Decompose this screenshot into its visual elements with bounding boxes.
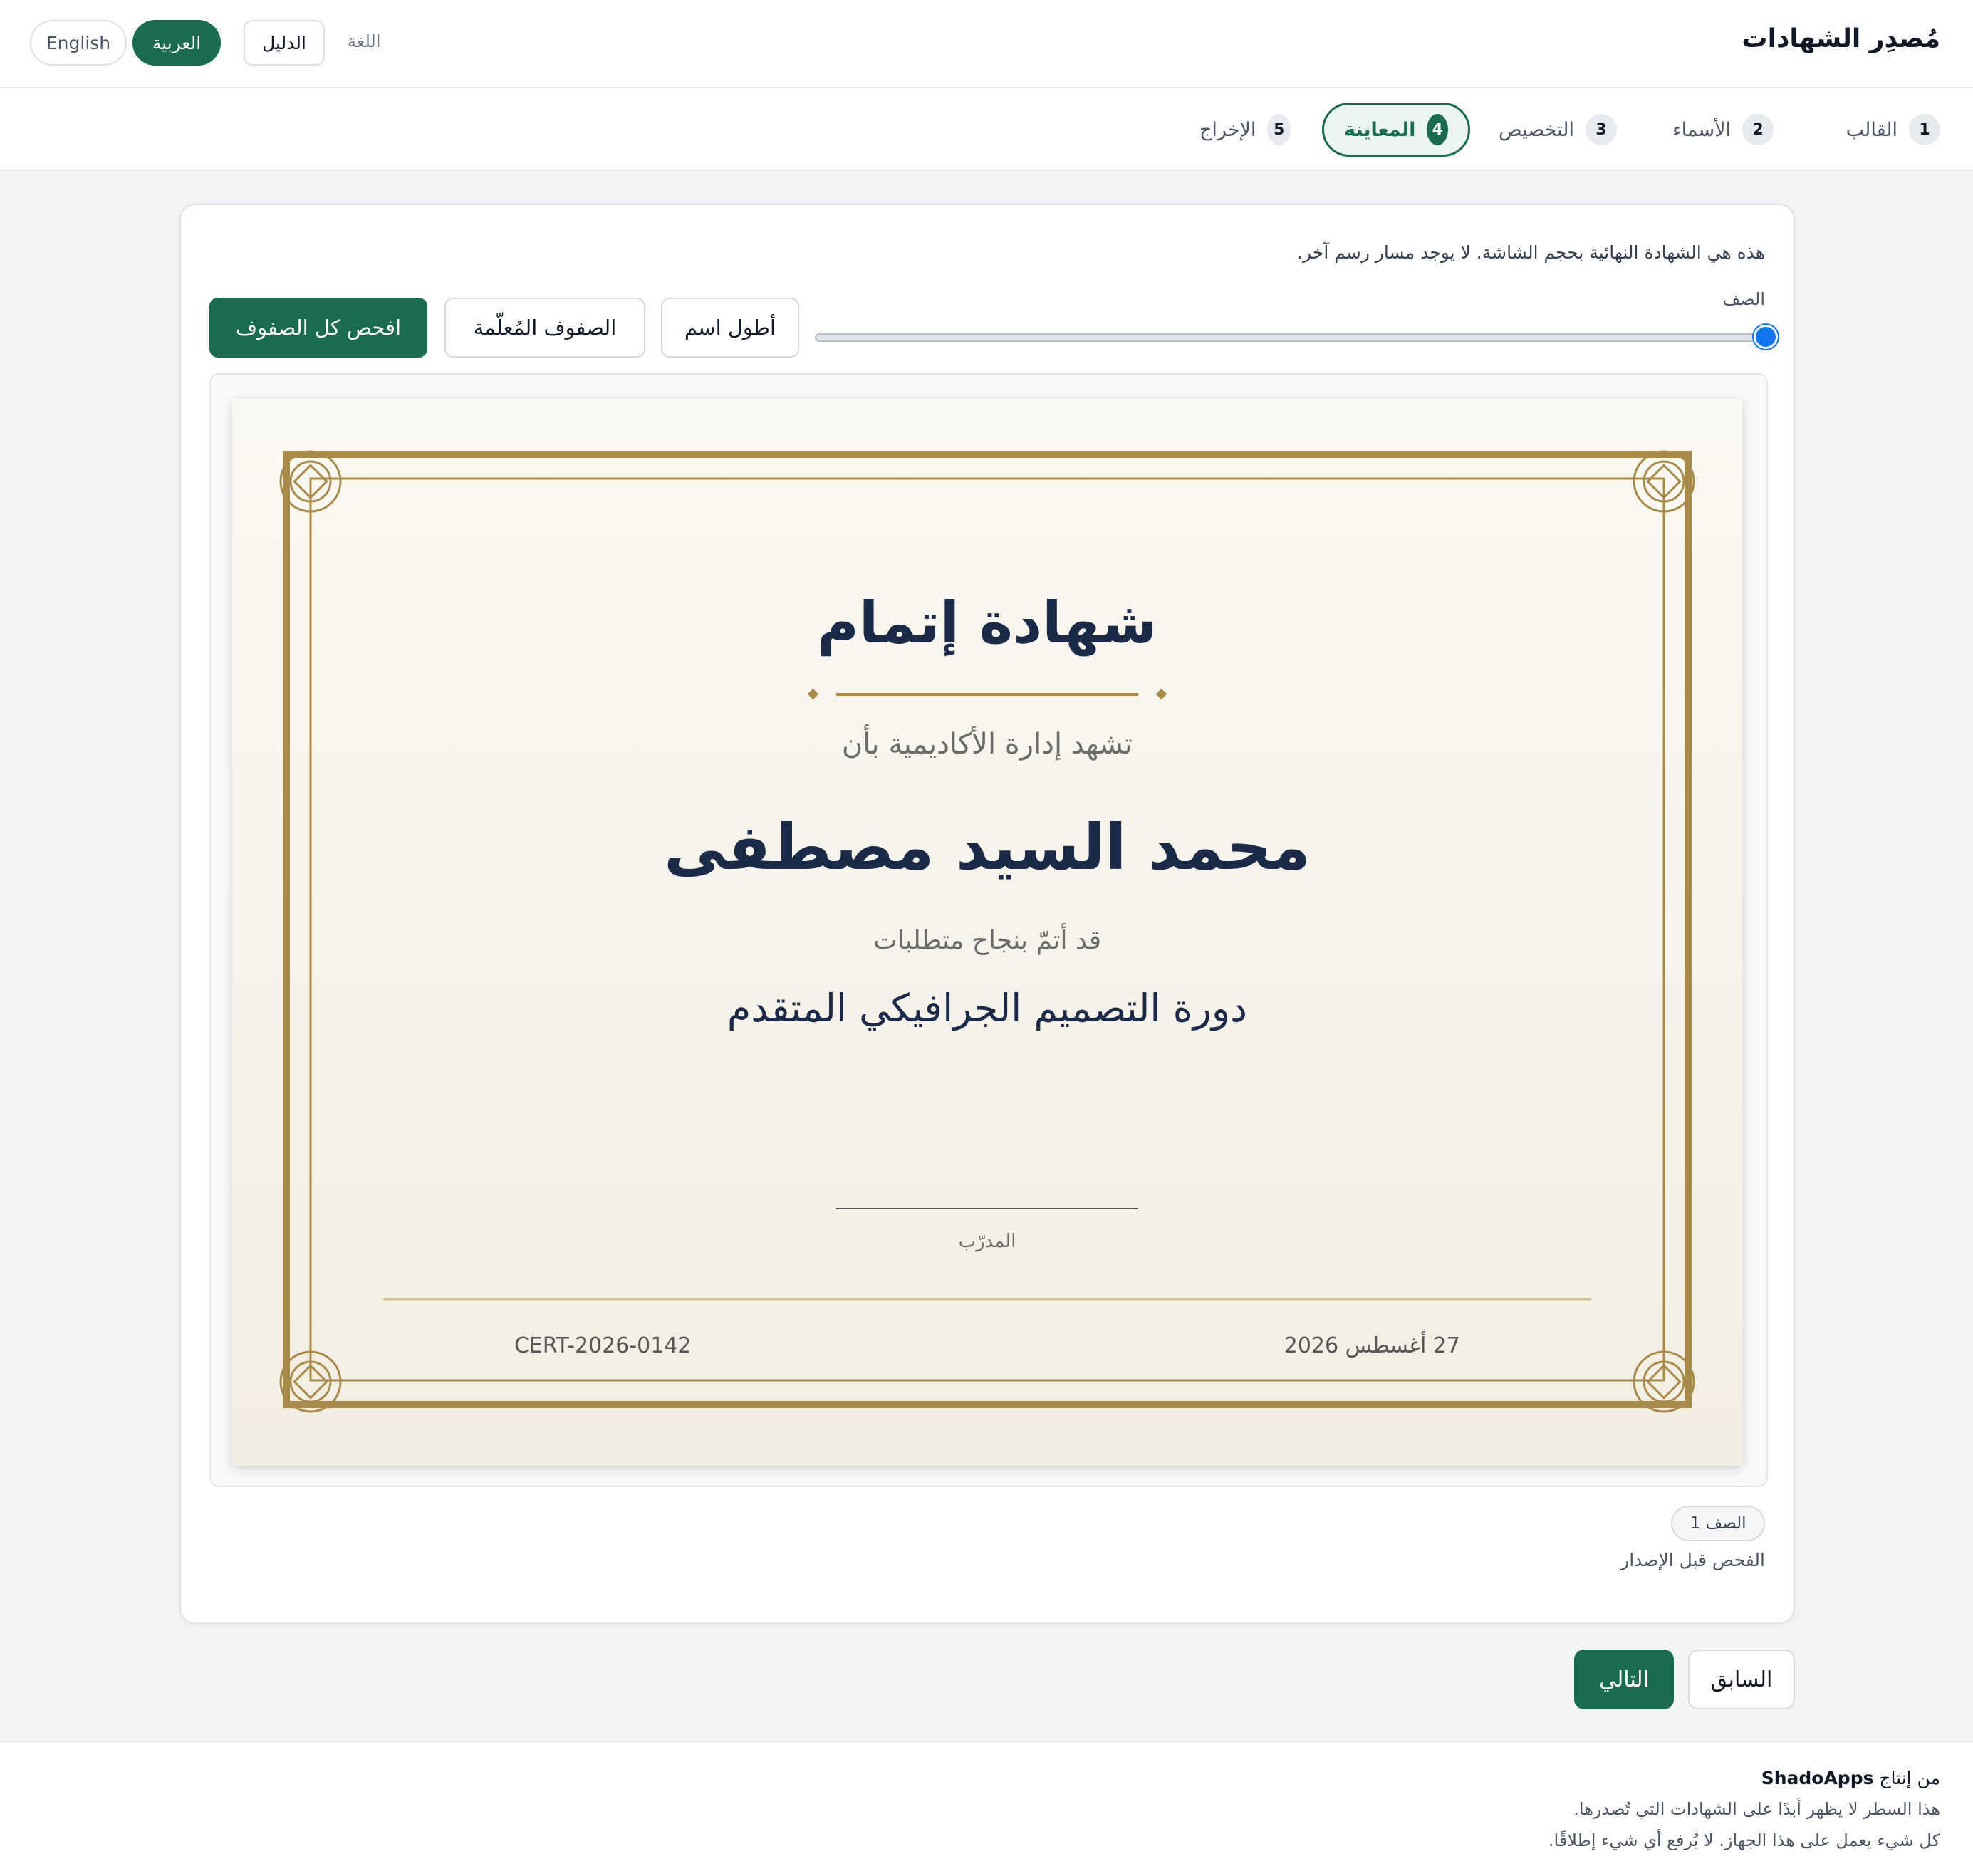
certificate-date: 27 أغسطس 2026 xyxy=(1284,1333,1460,1358)
made-by-prefix: من إنتاج xyxy=(1879,1768,1940,1788)
step-number: 1 xyxy=(1909,114,1940,145)
footer-note-watermark: هذا السطر لا يظهر أبدًا على الشهادات الت… xyxy=(1573,1799,1940,1819)
recipient-name: محمد السيد مصطفى xyxy=(664,811,1311,884)
certificate-id: CERT-2026-0142 xyxy=(514,1333,692,1358)
wizard-stepper: 1 القالب 2 الأسماء 3 التخصيص 4 المعاينة … xyxy=(0,88,1973,171)
row-slider-thumb[interactable] xyxy=(1754,325,1778,349)
footer-note-local: كل شيء يعمل على هذا الجهاز. لا يُرفع أي … xyxy=(1548,1830,1940,1850)
trainer-label: المدرّب xyxy=(958,1231,1016,1252)
app-title: مُصدِر الشهادات xyxy=(1742,24,1940,53)
preview-hint: هذه هي الشهادة النهائية بحجم الشاشة. لا … xyxy=(1297,242,1765,263)
longest-name-button[interactable]: أطول اسم xyxy=(661,298,799,358)
divider-diamond-right xyxy=(1155,688,1167,700)
row-slider-track[interactable] xyxy=(815,333,1768,342)
step-number: 5 xyxy=(1267,114,1291,145)
step-label: القالب xyxy=(1846,118,1897,141)
step-label: الأسماء xyxy=(1672,118,1731,141)
step-label: المعاينة xyxy=(1344,118,1416,141)
course-name: دورة التصميم الجرافيكي المتقدم xyxy=(727,986,1248,1031)
certificate-subtitle: تشهد إدارة الأكاديمية بأن xyxy=(841,728,1133,761)
certificate-title: شهادة إتمام xyxy=(817,590,1157,656)
app-header: مُصدِر الشهادات اللغة الدليل العربية Eng… xyxy=(0,0,1973,88)
preview-card: هذه هي الشهادة النهائية بحجم الشاشة. لا … xyxy=(179,204,1795,1624)
row-slider-label: الصف xyxy=(1722,289,1765,309)
guide-button[interactable]: الدليل xyxy=(244,20,325,66)
lang-arabic-button[interactable]: العربية xyxy=(132,20,221,66)
step-preview[interactable]: 4 المعاينة xyxy=(1322,103,1470,157)
completed-text: قد أتمّ بنجاح متطلبات xyxy=(873,926,1102,955)
corner-ornament-bottom-right xyxy=(1633,1350,1695,1413)
brand-name: ShadoApps xyxy=(1761,1768,1874,1788)
step-customize[interactable]: 3 التخصيص xyxy=(1454,103,1637,157)
precheck-label: الفحص قبل الإصدار xyxy=(1620,1550,1765,1570)
step-number: 4 xyxy=(1427,114,1448,145)
corner-ornament-bottom-left xyxy=(279,1350,342,1413)
divider-diamond-left xyxy=(807,688,819,700)
certificate: شهادة إتمام تشهد إدارة الأكاديمية بأن مح… xyxy=(232,399,1742,1466)
row-badge: الصف 1 xyxy=(1671,1506,1765,1541)
step-number: 2 xyxy=(1742,114,1774,145)
language-label: اللغة xyxy=(348,31,381,51)
app-footer: من إنتاج ShadoApps هذا السطر لا يظهر أبد… xyxy=(0,1741,1973,1876)
step-label: الإخراج xyxy=(1199,118,1256,141)
step-template[interactable]: 1 القالب xyxy=(1818,103,1960,157)
previous-button[interactable]: السابق xyxy=(1688,1650,1795,1709)
flagged-rows-button[interactable]: الصفوف المُعلّمة xyxy=(444,298,645,358)
step-number: 3 xyxy=(1586,114,1617,145)
step-label: التخصيص xyxy=(1499,118,1574,141)
step-names[interactable]: 2 الأسماء xyxy=(1628,103,1794,157)
check-all-rows-button[interactable]: افحص كل الصفوف xyxy=(209,298,427,358)
lang-english-button[interactable]: English xyxy=(30,20,127,66)
made-by: من إنتاج ShadoApps xyxy=(1761,1768,1940,1788)
next-button[interactable]: التالي xyxy=(1574,1650,1674,1709)
step-output[interactable]: 5 الإخراج xyxy=(1180,103,1311,157)
